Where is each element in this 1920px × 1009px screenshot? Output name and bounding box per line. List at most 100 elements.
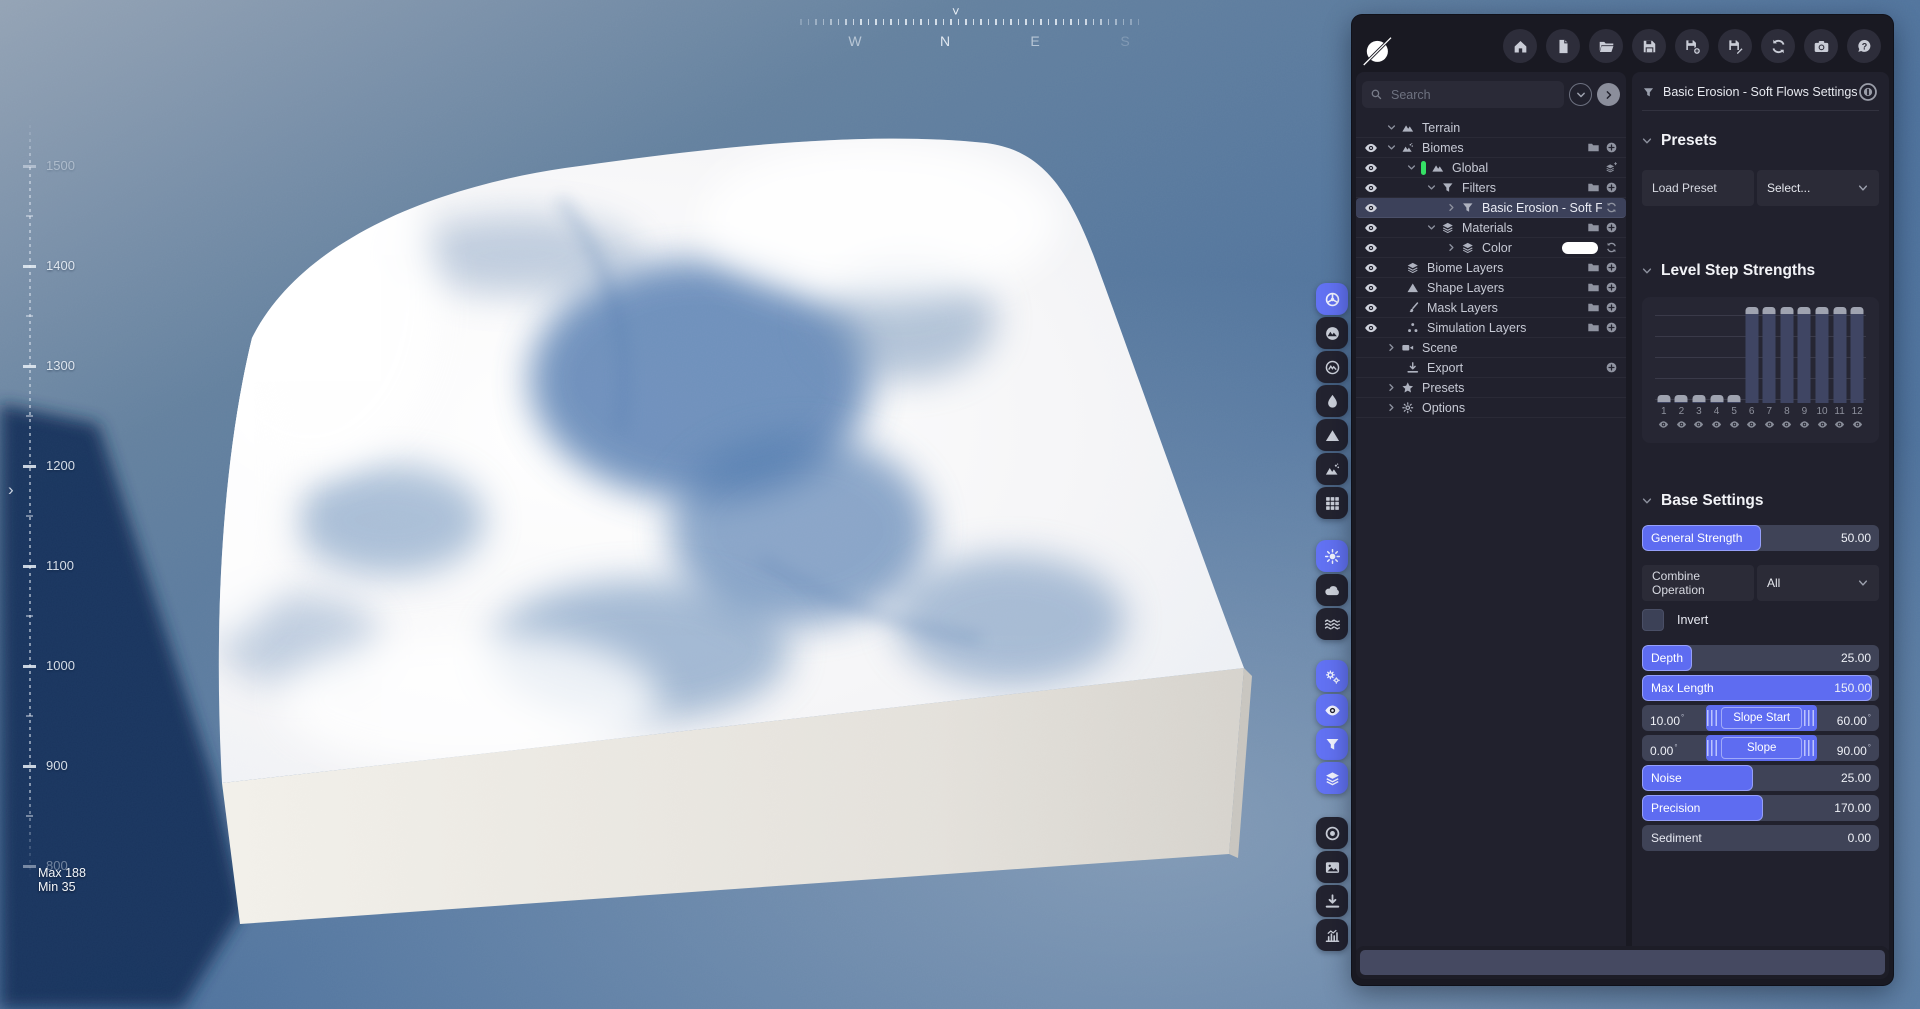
bar-visibility-toggle[interactable]	[1708, 419, 1726, 430]
bar[interactable]	[1745, 307, 1758, 403]
download-tool-button[interactable]	[1316, 885, 1348, 917]
bar-visibility-toggle[interactable]	[1778, 419, 1796, 430]
slider-fill[interactable]: Noise	[1642, 765, 1753, 791]
tree-item-options[interactable]: Options	[1356, 398, 1626, 418]
bar-visibility-toggle[interactable]	[1831, 419, 1849, 430]
bar[interactable]	[1851, 307, 1864, 403]
slider-fill[interactable]: General Strength	[1642, 525, 1761, 551]
bar-visibility-toggle[interactable]	[1813, 419, 1831, 430]
tree-item-simulation-layers[interactable]: Simulation Layers	[1356, 318, 1626, 338]
folder-button[interactable]	[1584, 181, 1602, 194]
bar[interactable]	[1833, 307, 1846, 403]
plus-circle-button[interactable]	[1602, 261, 1620, 274]
tree-item-biome-layers[interactable]: Biome Layers	[1356, 258, 1626, 278]
level-bar-3[interactable]: 3	[1690, 307, 1708, 403]
planet-line-tool-button[interactable]	[1316, 351, 1348, 383]
cloud-tool-button[interactable]	[1316, 574, 1348, 606]
bar-visibility-toggle[interactable]	[1725, 419, 1743, 430]
sun-tool-button[interactable]	[1316, 540, 1348, 572]
visibility-eye-toggle[interactable]	[1364, 181, 1386, 195]
range-band[interactable]: Slope Start	[1706, 705, 1817, 731]
invert-checkbox[interactable]	[1642, 609, 1664, 631]
expand-all-button[interactable]	[1597, 83, 1620, 106]
expand-left-panel-chevron[interactable]: ›	[8, 480, 14, 500]
drop-tool-button[interactable]	[1316, 385, 1348, 417]
bar[interactable]	[1816, 307, 1829, 403]
tree-item-scene[interactable]: Scene	[1356, 338, 1626, 358]
info-button[interactable]	[1857, 81, 1879, 103]
layers-tool-button[interactable]	[1316, 762, 1348, 794]
tree-expand-chevron[interactable]	[1426, 182, 1441, 193]
plus-circle-button[interactable]	[1602, 181, 1620, 194]
tree-expand-chevron[interactable]	[1386, 382, 1401, 393]
image-tool-button[interactable]	[1316, 851, 1348, 883]
tree-item-color[interactable]: Color	[1356, 238, 1626, 258]
plus-circle-button[interactable]	[1602, 221, 1620, 234]
refresh-button[interactable]	[1602, 241, 1620, 254]
refresh-button[interactable]	[1602, 201, 1620, 214]
bar[interactable]	[1710, 395, 1723, 403]
biome-tool-button[interactable]	[1316, 453, 1348, 485]
plus-circle-button[interactable]	[1602, 321, 1620, 334]
waves-tool-button[interactable]	[1316, 608, 1348, 640]
level-bar-2[interactable]: 2	[1673, 307, 1691, 403]
tree-expand-chevron[interactable]	[1446, 242, 1461, 253]
folder-button[interactable]	[1584, 261, 1602, 274]
visibility-eye-toggle[interactable]	[1364, 221, 1386, 235]
visibility-eye-toggle[interactable]	[1364, 141, 1386, 155]
sync-button[interactable]	[1761, 29, 1795, 63]
tree-expand-chevron[interactable]	[1386, 122, 1401, 133]
base-settings-heading[interactable]: Base Settings	[1642, 492, 1764, 510]
general-strength-slider[interactable]: General Strength50.00	[1642, 525, 1879, 551]
tree-expand-chevron[interactable]	[1386, 142, 1401, 153]
visibility-eye-toggle[interactable]	[1364, 201, 1386, 215]
camera-button[interactable]	[1804, 29, 1838, 63]
slider-fill[interactable]: Depth	[1642, 645, 1692, 671]
bar[interactable]	[1692, 395, 1705, 403]
visibility-eye-toggle[interactable]	[1364, 281, 1386, 295]
precision-slider[interactable]: Precision170.00	[1642, 795, 1879, 821]
sediment-slider[interactable]: Sediment0.00	[1642, 825, 1879, 851]
presets-section-heading[interactable]: Presets	[1642, 132, 1717, 150]
level-step-strengths-heading[interactable]: Level Step Strengths	[1642, 262, 1815, 280]
eye-tool-button[interactable]	[1316, 694, 1348, 726]
visibility-eye-toggle[interactable]	[1364, 241, 1386, 255]
record-tool-button[interactable]	[1316, 817, 1348, 849]
slope-start-range-slider[interactable]: 10.00° Slope Start 60.00°	[1642, 705, 1879, 731]
depth-slider[interactable]: Depth25.00	[1642, 645, 1879, 671]
funnel-tool-button[interactable]	[1316, 728, 1348, 760]
range-band[interactable]: Slope	[1706, 735, 1817, 761]
range-right-grip[interactable]	[1804, 740, 1816, 756]
bar-visibility-toggle[interactable]	[1655, 419, 1673, 430]
bar-visibility-toggle[interactable]	[1848, 419, 1866, 430]
color-swatch[interactable]	[1562, 242, 1598, 254]
bar-visibility-toggle[interactable]	[1743, 419, 1761, 430]
save-button[interactable]	[1632, 29, 1666, 63]
bar-visibility-toggle[interactable]	[1673, 419, 1691, 430]
help-button[interactable]: ?	[1847, 29, 1881, 63]
load-preset-select[interactable]: Select...	[1757, 170, 1879, 206]
search-box[interactable]	[1362, 81, 1564, 108]
bar-visibility-toggle[interactable]	[1761, 419, 1779, 430]
folder-button[interactable]	[1584, 221, 1602, 234]
bar[interactable]	[1780, 307, 1793, 403]
level-bar-11[interactable]: 11	[1831, 307, 1849, 403]
level-bar-9[interactable]: 9	[1796, 307, 1814, 403]
planet-fill-tool-button[interactable]	[1316, 317, 1348, 349]
range-left-grip[interactable]	[1707, 710, 1719, 726]
slope-range-slider[interactable]: 0.00° Slope 90.00°	[1642, 735, 1879, 761]
tree-expand-chevron[interactable]	[1406, 162, 1421, 173]
range-right-grip[interactable]	[1804, 710, 1816, 726]
bar[interactable]	[1798, 307, 1811, 403]
visibility-eye-toggle[interactable]	[1364, 161, 1386, 175]
bar[interactable]	[1657, 395, 1670, 403]
orbit-tool-button[interactable]	[1316, 283, 1348, 315]
tree-item-export[interactable]: Export	[1356, 358, 1626, 378]
plus-circle-button[interactable]	[1602, 301, 1620, 314]
max-length-slider[interactable]: Max Length150.00	[1642, 675, 1879, 701]
tree-item-materials[interactable]: Materials	[1356, 218, 1626, 238]
tree-expand-chevron[interactable]	[1446, 202, 1461, 213]
search-input[interactable]	[1389, 87, 1556, 103]
tree-item-presets[interactable]: Presets	[1356, 378, 1626, 398]
level-bar-8[interactable]: 8	[1778, 307, 1796, 403]
